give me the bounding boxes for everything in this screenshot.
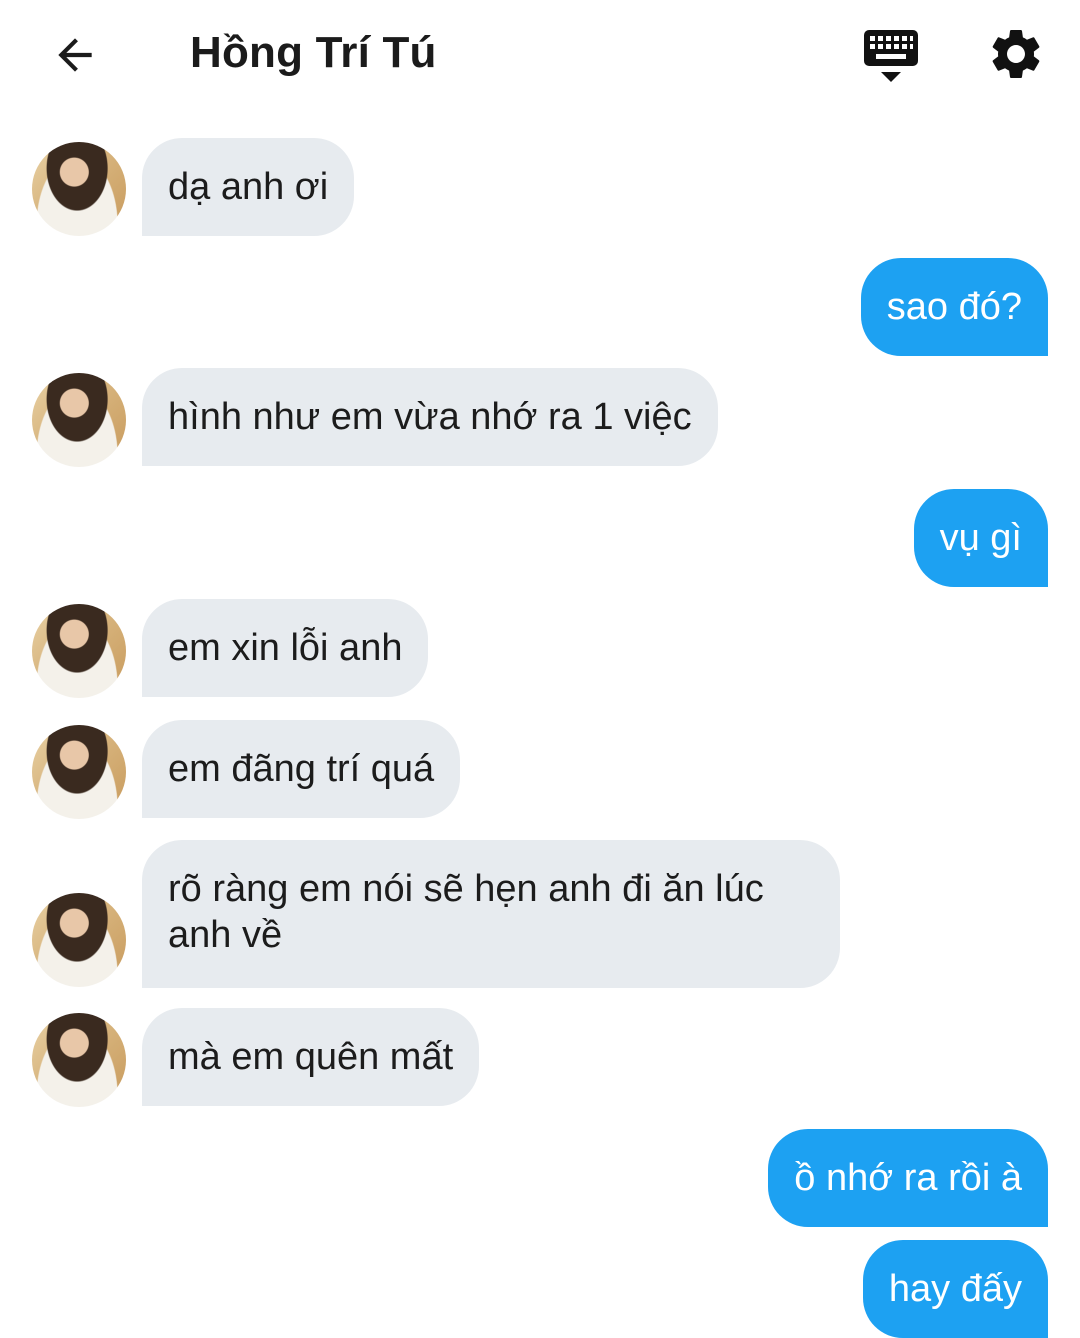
avatar[interactable] bbox=[32, 604, 126, 698]
outgoing-message[interactable]: sao đó? bbox=[860, 258, 1048, 356]
outgoing-message[interactable]: ồ nhớ ra rồi à bbox=[768, 1129, 1048, 1227]
incoming-message[interactable]: hình như em vừa nhớ ra 1 việc bbox=[142, 368, 718, 466]
avatar[interactable] bbox=[32, 1013, 126, 1107]
avatar[interactable] bbox=[32, 373, 126, 467]
incoming-message[interactable]: em xin lỗi anh bbox=[142, 599, 429, 697]
outgoing-message[interactable]: vụ gì bbox=[913, 489, 1048, 587]
message-thread[interactable]: dạ anh ơi sao đó? hình như em vừa nhớ ra… bbox=[0, 0, 1080, 1338]
avatar[interactable] bbox=[32, 725, 126, 819]
incoming-message[interactable]: mà em quên mất bbox=[142, 1008, 480, 1106]
incoming-message[interactable]: dạ anh ơi bbox=[142, 138, 355, 236]
avatar[interactable] bbox=[32, 893, 126, 987]
outgoing-message[interactable]: hay đấy bbox=[862, 1240, 1048, 1338]
avatar[interactable] bbox=[32, 142, 126, 236]
incoming-message[interactable]: rõ ràng em nói sẽ hẹn anh đi ăn lúc anh … bbox=[142, 840, 840, 988]
incoming-message[interactable]: em đãng trí quá bbox=[142, 720, 461, 818]
